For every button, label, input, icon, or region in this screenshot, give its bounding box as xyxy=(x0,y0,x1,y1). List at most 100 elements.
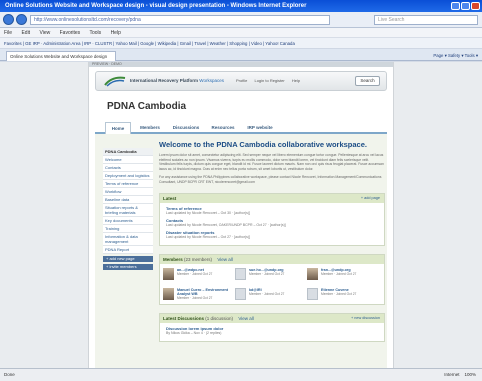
list-item: Discussion lorem ipsum dolor By Nikos Gk… xyxy=(166,326,378,335)
zoom-level[interactable]: 100% xyxy=(464,372,476,377)
web-page: PREVIEW · DEMO International Recovery Pl… xyxy=(88,62,394,368)
discussions-section: Latest Discussions (1 discussion) View a… xyxy=(159,313,385,343)
tab-resources[interactable]: Resources xyxy=(207,122,239,134)
sidebar: PDNA Cambodia Welcome Contacts Deploymen… xyxy=(103,148,153,270)
favorites-bar[interactable]: Favorites | GE IRP · Administration Area… xyxy=(0,38,482,49)
welcome-heading: Welcome to the PDNA Cambodia collaborati… xyxy=(159,140,367,149)
page-title: PDNA Cambodia xyxy=(107,101,187,112)
avatar xyxy=(235,287,246,300)
sidebar-item-welcome[interactable]: Welcome xyxy=(103,156,153,164)
irp-logo-icon xyxy=(104,76,126,87)
back-arrow-icon[interactable] xyxy=(3,14,14,25)
command-bar[interactable]: Page ▾ Safety ▾ Tools ▾ xyxy=(433,51,478,60)
members-section: Members (23 members) View all an...@wdpc… xyxy=(159,253,385,306)
avatar xyxy=(307,287,318,300)
window-title: Online Solutions Website and Workspace d… xyxy=(5,3,307,9)
tab-members[interactable]: Members xyxy=(135,122,165,134)
sidebar-item-terms[interactable]: Terms of reference xyxy=(103,180,153,188)
browser-tab[interactable]: Online Solutions Website and Workspace d… xyxy=(6,51,116,61)
main-column: Welcome to the PDNA Cambodia collaborati… xyxy=(159,140,385,343)
sidebar-item-training[interactable]: Training xyxy=(103,225,153,233)
discussions-list: Discussion lorem ipsum dolor By Nikos Gk… xyxy=(160,323,384,341)
sidebar-item-baseline[interactable]: Baseline data xyxy=(103,196,153,204)
member-card[interactable]: Etienne Cuvene Member · Joined Oct 27 xyxy=(307,287,379,301)
menu-edit[interactable]: Edit xyxy=(21,30,30,36)
discussion-meta: By Nikos Gkika – Nov 4 · (2 replies) xyxy=(166,331,222,336)
discussions-count: (1 discussion) xyxy=(205,316,234,322)
sidebar-item-workflow[interactable]: Workflow xyxy=(103,188,153,196)
invite-members-button[interactable]: + invite members xyxy=(103,264,153,270)
avatar xyxy=(235,267,246,280)
avatar xyxy=(307,267,318,280)
latest-list: Terms of reference Last updated by Nicol… xyxy=(160,203,384,245)
address-toolbar: http://www.onlinesolutionsltd.com/recove… xyxy=(0,12,482,28)
list-item: Disaster situation reports Last updated … xyxy=(166,230,378,239)
window-controls xyxy=(451,2,480,10)
site-search-button[interactable]: Search xyxy=(355,76,380,86)
discussions-view-all-link[interactable]: View all xyxy=(238,316,253,321)
menu-file[interactable]: File xyxy=(4,30,12,36)
list-item: Terms of reference Last updated by Nicol… xyxy=(166,206,378,215)
members-count: (23 members) xyxy=(184,256,213,262)
members-view-all-link[interactable]: View all xyxy=(217,257,232,262)
tab-discussions[interactable]: Discussions xyxy=(169,122,203,134)
status-text: Done xyxy=(4,372,15,377)
latest-item-meta: Last updated by Nicole Rencoret – Oct 30… xyxy=(166,210,251,215)
profile-link[interactable]: Profile xyxy=(236,78,247,83)
irp-header: International Recovery Platform Workspac… xyxy=(95,71,387,91)
sidebar-item-key-docs[interactable]: Key documents xyxy=(103,217,153,225)
header-links: Profile Login to Register Help xyxy=(236,78,306,83)
member-card[interactable]: Manuel Cuero – Environment Analyst WB Mem… xyxy=(163,287,235,300)
help-link[interactable]: Help xyxy=(292,78,300,83)
status-right: Internet 100% xyxy=(444,369,476,381)
login-link[interactable]: Login to Register xyxy=(254,78,284,83)
sidebar-item-report[interactable]: PDNA Report xyxy=(103,246,153,254)
avatar xyxy=(163,267,174,280)
latest-header: Latest + add page xyxy=(160,193,384,203)
menu-bar: File Edit View Favorites Tools Help xyxy=(0,28,482,38)
security-zone: Internet xyxy=(444,372,460,377)
browser-viewport: PREVIEW · DEMO International Recovery Pl… xyxy=(0,62,482,368)
menu-favorites[interactable]: Favorites xyxy=(60,30,81,36)
sidebar-item-deployment[interactable]: Deployment and logistics xyxy=(103,172,153,180)
members-grid: an...@wdpc.net Member · Joined Oct 27 sue… xyxy=(160,264,384,305)
welcome-paragraph: Lorem ipsum dolor sit amet, consectetur … xyxy=(159,153,384,171)
forward-arrow-icon[interactable] xyxy=(16,14,27,25)
site-nav-tabs: Home Members Discussions Resources IRP w… xyxy=(95,122,387,134)
org-name: International Recovery Platform Workspac… xyxy=(130,78,224,83)
latest-item-meta: Last updated by Nicole Rencoret – Oct 27… xyxy=(166,234,251,239)
address-input[interactable]: http://www.onlinesolutionsltd.com/recove… xyxy=(30,15,330,25)
discussions-header: Latest Discussions (1 discussion) View a… xyxy=(160,314,384,324)
menu-view[interactable]: View xyxy=(39,30,50,36)
tab-row: Online Solutions Website and Workspace d… xyxy=(0,49,482,61)
content-area: PDNA Cambodia Welcome Contacts Deploymen… xyxy=(95,134,387,368)
list-item: Contacts Last updated by Nicole Rencoret… xyxy=(166,218,378,227)
minimize-button[interactable] xyxy=(451,2,460,10)
sidebar-item-situation[interactable]: Situation reports & briefing materials xyxy=(103,204,153,217)
member-card[interactable]: an...@wdpc.net Member · Joined Oct 27 xyxy=(163,267,235,280)
window-titlebar: Online Solutions Website and Workspace d… xyxy=(0,0,482,12)
sidebar-item-contacts[interactable]: Contacts xyxy=(103,164,153,172)
assistance-paragraph: For any assistance using the PDNA Philip… xyxy=(159,175,382,184)
sidebar-heading: PDNA Cambodia xyxy=(103,148,153,156)
member-card[interactable]: sue.ho...@undp.org Member · Joined Oct 27 xyxy=(235,267,307,280)
close-button[interactable] xyxy=(471,2,480,10)
search-input[interactable]: Live Search xyxy=(374,15,478,25)
latest-item-meta: Last updated by Nicole Rencoret, OAKER/U… xyxy=(166,222,286,227)
latest-section: Latest + add page Terms of reference Las… xyxy=(159,192,385,246)
tab-irp-website[interactable]: IRP website xyxy=(243,122,277,134)
top-strip: PREVIEW · DEMO xyxy=(89,62,393,67)
members-header: Members (23 members) View all xyxy=(160,254,384,264)
sidebar-item-info-mgmt[interactable]: Information & data management xyxy=(103,233,153,246)
add-page-button[interactable]: + add new page xyxy=(103,256,153,262)
latest-add-link[interactable]: + add page xyxy=(361,194,380,203)
member-card[interactable]: kd@IRI Member · Joined Oct 27 xyxy=(235,287,307,301)
status-bar: Done Internet 100% xyxy=(0,368,482,381)
maximize-button[interactable] xyxy=(461,2,470,10)
avatar xyxy=(163,287,174,300)
menu-tools[interactable]: Tools xyxy=(89,30,101,36)
new-discussion-link[interactable]: + new discussion xyxy=(351,314,380,323)
menu-help[interactable]: Help xyxy=(111,30,121,36)
member-card[interactable]: fran...@undp.org Member · Joined Oct 27 xyxy=(307,267,379,280)
tab-home[interactable]: Home xyxy=(105,122,131,134)
